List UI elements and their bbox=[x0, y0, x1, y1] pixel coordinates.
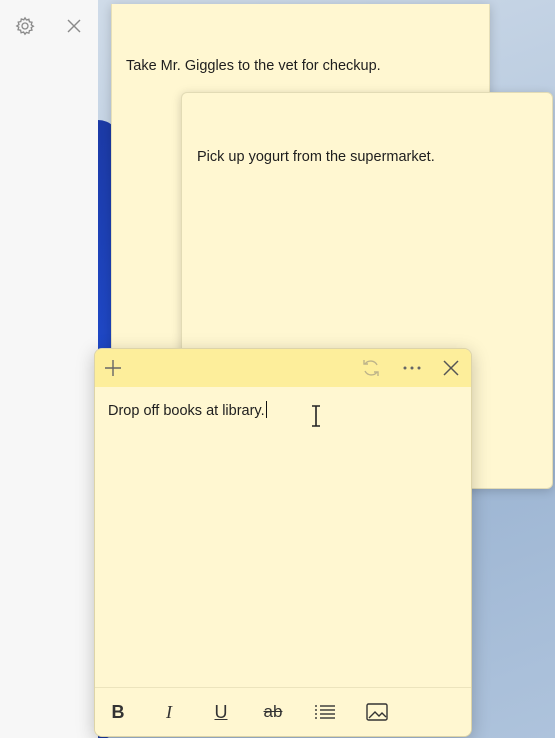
more-icon[interactable] bbox=[398, 354, 426, 382]
note-text[interactable]: Take Mr. Giggles to the vet for checkup. bbox=[126, 58, 381, 74]
active-sticky-note[interactable]: Drop off books at library. B I U ab bbox=[94, 348, 472, 737]
image-icon[interactable] bbox=[362, 698, 392, 726]
note-header[interactable] bbox=[95, 349, 471, 387]
note-text[interactable]: Pick up yogurt from the supermarket. bbox=[197, 149, 435, 165]
note-text[interactable]: Drop off books at library. bbox=[108, 403, 265, 419]
bold-button[interactable]: B bbox=[103, 698, 133, 726]
text-caret bbox=[265, 401, 268, 418]
sync-icon[interactable] bbox=[357, 354, 385, 382]
gear-icon[interactable] bbox=[13, 14, 37, 38]
ibeam-cursor-icon bbox=[312, 405, 320, 427]
close-icon[interactable] bbox=[62, 14, 86, 38]
note-editor[interactable]: Drop off books at library. bbox=[108, 401, 268, 419]
underline-button[interactable]: U bbox=[206, 698, 236, 726]
side-panel bbox=[0, 0, 100, 738]
close-icon[interactable] bbox=[437, 354, 465, 382]
strikethrough-button[interactable]: ab bbox=[258, 698, 288, 726]
format-toolbar: B I U ab bbox=[95, 687, 471, 736]
bullet-list-icon[interactable] bbox=[310, 698, 340, 726]
italic-button[interactable]: I bbox=[154, 698, 184, 726]
add-icon[interactable] bbox=[99, 354, 127, 382]
